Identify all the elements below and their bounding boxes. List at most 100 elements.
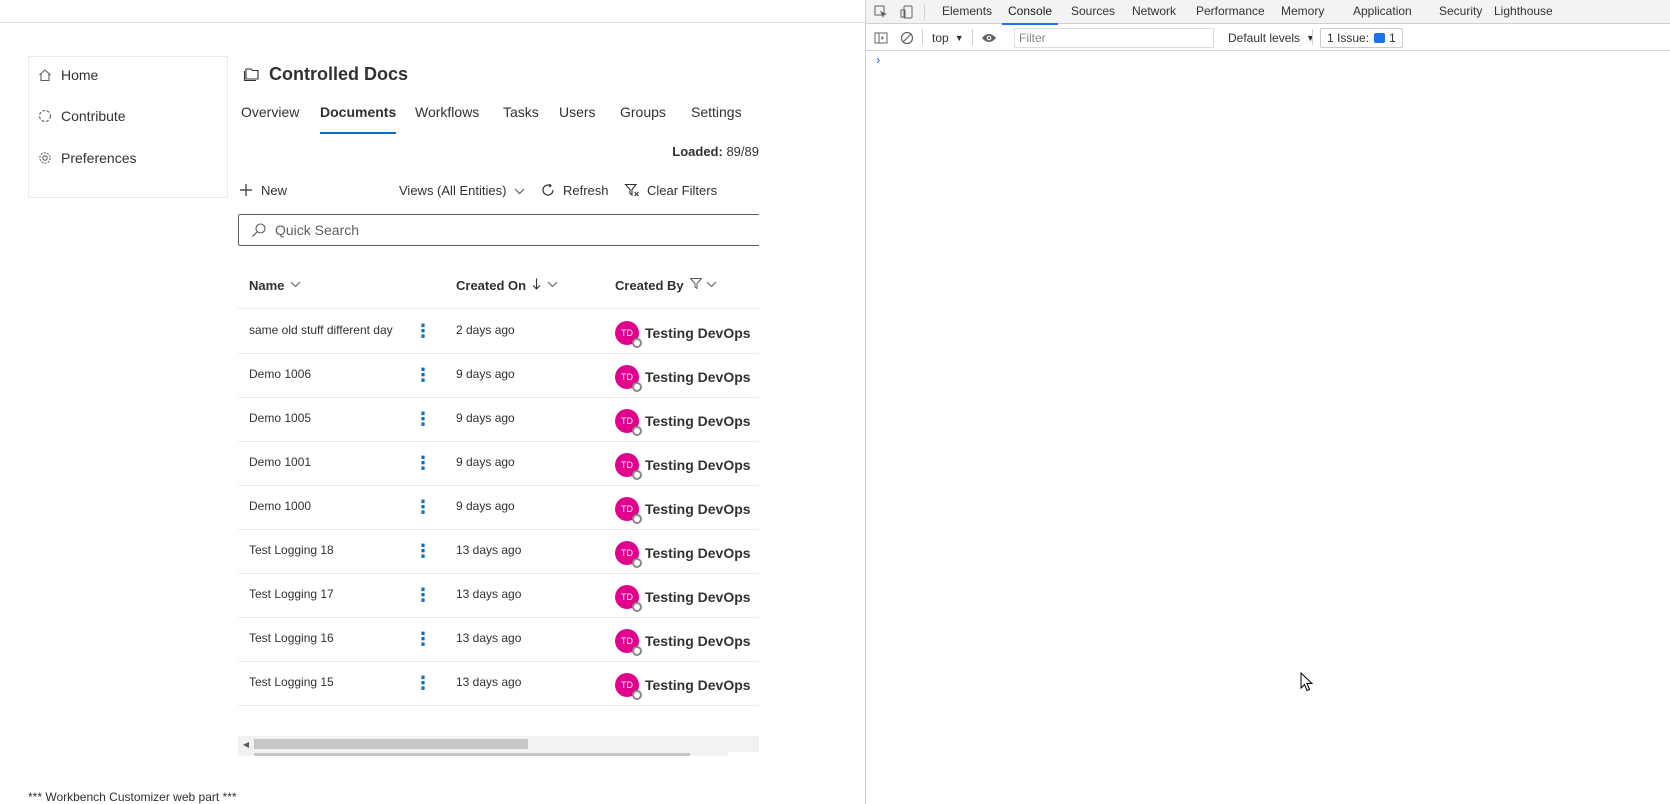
devtools-tab-console[interactable]: Console [1001, 0, 1059, 25]
more-options-icon[interactable]: ⋮ [414, 318, 432, 344]
avatar-initials: TD [621, 328, 633, 338]
created-by-cell[interactable]: TD Testing DevOps [615, 582, 751, 612]
dropdown-triangle-icon: ▼ [1306, 33, 1315, 43]
nav-item-preferences[interactable]: Preferences [29, 143, 227, 173]
scroll-right-icon[interactable]: ▶ [714, 750, 726, 757]
more-options-icon[interactable]: ⋮ [414, 670, 432, 696]
document-name[interactable]: Demo 1006 [249, 354, 311, 394]
presence-icon [632, 426, 642, 436]
scrollbar-thumb[interactable] [254, 739, 528, 749]
table-row[interactable]: Demo 1006 ⋮ 9 days ago TD Testing DevOps [238, 354, 759, 398]
sharepoint-page: Home Contribute Preferences Controlled D… [0, 0, 900, 804]
clear-console-icon[interactable] [898, 29, 916, 47]
console-prompt[interactable]: › [876, 52, 880, 67]
created-on-value: 13 days ago [456, 631, 522, 645]
more-options-icon[interactable]: ⋮ [414, 406, 432, 432]
nav-item-contribute[interactable]: Contribute [29, 101, 227, 131]
log-levels-dropdown[interactable]: Default levels ▼ [1228, 29, 1315, 47]
document-name[interactable]: Test Logging 15 [249, 662, 334, 702]
column-header-created-on[interactable]: Created On [456, 264, 558, 306]
tab-groups[interactable]: Groups [620, 98, 666, 134]
more-options-icon[interactable]: ⋮ [414, 494, 432, 520]
table-row[interactable]: Demo 1000 ⋮ 9 days ago TD Testing DevOps [238, 486, 759, 530]
avatar-initials: TD [621, 592, 633, 602]
views-dropdown[interactable]: Views (All Entities) [399, 172, 525, 208]
devtools-tab-performance[interactable]: Performance [1196, 0, 1265, 24]
created-by-cell[interactable]: TD Testing DevOps [615, 538, 751, 568]
tab-overview[interactable]: Overview [241, 98, 299, 134]
document-name[interactable]: Test Logging 18 [249, 530, 334, 570]
devtools-tab-network[interactable]: Network [1132, 0, 1176, 24]
created-by-cell[interactable]: TD Testing DevOps [615, 626, 751, 656]
table-row[interactable]: Test Logging 18 ⋮ 13 days ago TD Testing Dev… [238, 530, 759, 574]
created-by-cell[interactable]: TD Testing DevOps [615, 670, 751, 700]
issues-button[interactable]: 1 Issue: 1 [1320, 28, 1403, 48]
created-by-name: Testing DevOps [645, 677, 751, 693]
inspect-element-icon[interactable] [872, 3, 890, 21]
devtools-tabbar: Elements Console Sources Network Performance… [866, 0, 1670, 25]
document-name[interactable]: Test Logging 16 [249, 618, 334, 658]
table-row[interactable]: Demo 1001 ⋮ 9 days ago TD Testing DevOps [238, 442, 759, 486]
devtools-tab-application[interactable]: Application [1353, 0, 1412, 24]
chevron-down-icon [547, 279, 558, 291]
sidebar-toggle-icon[interactable] [872, 29, 890, 47]
presence-icon [632, 382, 642, 392]
console-filter-input[interactable] [1014, 28, 1214, 48]
search-input[interactable] [275, 222, 715, 238]
new-button[interactable]: New [237, 172, 287, 208]
console-output[interactable]: › [866, 52, 1670, 804]
more-options-icon[interactable]: ⋮ [414, 538, 432, 564]
context-selector[interactable]: top ▼ [932, 29, 964, 47]
clear-filters-button[interactable]: Clear Filters [623, 172, 717, 208]
table-row[interactable]: Test Logging 17 ⋮ 13 days ago TD Testing Dev… [238, 574, 759, 618]
column-header-name[interactable]: Name [249, 264, 301, 306]
document-name[interactable]: Demo 1000 [249, 486, 311, 526]
document-name[interactable]: Demo 1005 [249, 398, 311, 438]
plus-icon [237, 181, 255, 199]
nav-item-home[interactable]: Home [29, 60, 227, 90]
devtools-tab-lighthouse[interactable]: Lighthouse [1494, 0, 1553, 24]
tab-workflows[interactable]: Workflows [415, 98, 479, 134]
table-row[interactable]: Test Logging 16 ⋮ 13 days ago TD Testing Dev… [238, 618, 759, 662]
device-toolbar-icon[interactable] [898, 3, 916, 21]
created-by-cell[interactable]: TD Testing DevOps [615, 494, 751, 524]
more-options-icon[interactable]: ⋮ [414, 626, 432, 652]
document-name[interactable]: Test Logging 17 [249, 574, 334, 614]
avatar: TD [615, 409, 642, 436]
devtools-tab-security[interactable]: Security [1439, 0, 1482, 24]
table-row[interactable]: Demo 1005 ⋮ 9 days ago TD Testing DevOps [238, 398, 759, 442]
tab-documents[interactable]: Documents [320, 98, 397, 134]
table-row[interactable]: Test Logging 15 ⋮ 13 days ago TD Testing Dev… [238, 662, 759, 706]
column-header-label: Created By [615, 277, 684, 293]
chevron-down-icon [514, 183, 525, 198]
devtools-tab-elements[interactable]: Elements [942, 0, 992, 24]
created-by-cell[interactable]: TD Testing DevOps [615, 362, 751, 392]
devtools-tab-sources[interactable]: Sources [1071, 0, 1115, 24]
scrollbar-thumb[interactable] [254, 753, 690, 756]
quick-search-box[interactable] [238, 214, 759, 246]
tab-users[interactable]: Users [559, 98, 596, 134]
views-label: Views (All Entities) [399, 182, 507, 198]
more-options-icon[interactable]: ⋮ [414, 450, 432, 476]
tab-tasks[interactable]: Tasks [503, 98, 539, 134]
more-options-icon[interactable]: ⋮ [414, 582, 432, 608]
eye-icon[interactable] [980, 29, 998, 47]
document-name[interactable]: same old stuff different day [249, 310, 393, 350]
scroll-left-icon[interactable]: ◀ [240, 750, 252, 757]
refresh-button[interactable]: Refresh [539, 172, 609, 208]
tab-settings[interactable]: Settings [691, 98, 742, 134]
column-header-created-by[interactable]: Created By [615, 264, 717, 306]
issues-label: 1 Issue: [1327, 31, 1370, 45]
created-by-cell[interactable]: TD Testing DevOps [615, 450, 751, 480]
document-name[interactable]: Demo 1001 [249, 442, 311, 482]
devtools-tab-memory[interactable]: Memory [1281, 0, 1324, 24]
command-bar: New Views (All Entities) Refresh Clear F… [237, 172, 759, 208]
horizontal-scrollbar-outer[interactable]: ◀ ▶ [238, 750, 728, 756]
table-row[interactable]: same old stuff different day ⋮ 2 days ago T… [238, 310, 759, 354]
gear-icon [37, 150, 53, 166]
created-on-value: 9 days ago [456, 455, 515, 469]
created-by-cell[interactable]: TD Testing DevOps [615, 318, 751, 348]
more-options-icon[interactable]: ⋮ [414, 362, 432, 388]
created-by-cell[interactable]: TD Testing DevOps [615, 406, 751, 436]
page-title: Controlled Docs [269, 63, 409, 84]
